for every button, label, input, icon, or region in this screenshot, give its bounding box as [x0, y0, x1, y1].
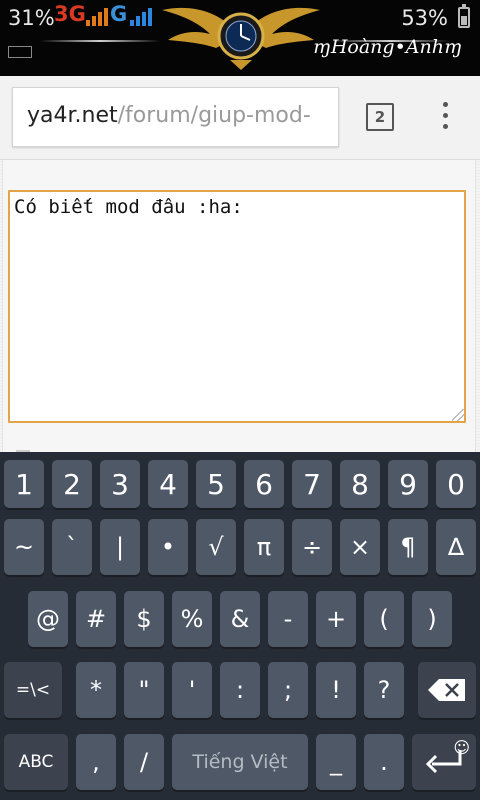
key-semicolon[interactable]: ;: [268, 662, 308, 718]
key-3[interactable]: 3: [100, 460, 140, 508]
emoji-hint-icon: ☺: [453, 738, 470, 757]
key-question[interactable]: ?: [364, 662, 404, 718]
web-page: [0, 160, 480, 454]
key-colon[interactable]: :: [220, 662, 260, 718]
status-bar: 31% 3G G 53% ɱHoàng•Anhɱ: [0, 0, 480, 76]
url-path: /forum/giup-mod-: [117, 103, 311, 128]
network-g-label: G: [110, 2, 128, 26]
winged-clock-emblem-icon: [162, 7, 320, 70]
key-multiply[interactable]: ×: [340, 519, 380, 575]
key-0[interactable]: 0: [436, 460, 476, 508]
key-7[interactable]: 7: [292, 460, 332, 508]
key-bullet[interactable]: •: [148, 519, 188, 575]
key-slash[interactable]: /: [124, 734, 164, 790]
keyboard-indicator-icon: [8, 46, 32, 58]
key-delta[interactable]: ∆: [436, 519, 476, 575]
key-plus[interactable]: +: [316, 591, 356, 647]
key-sqrt[interactable]: √: [196, 519, 236, 575]
key-2[interactable]: 2: [52, 460, 92, 508]
abc-switch-key[interactable]: ABC: [4, 734, 68, 790]
backspace-icon: [427, 678, 467, 702]
theme-signature: ɱHoàng•Anhɱ: [312, 36, 462, 58]
key-4[interactable]: 4: [148, 460, 188, 508]
onscreen-keyboard: 1 2 3 4 5 6 7 8 9 0 ~ ` | • √ π ÷ × ¶ ∆ …: [0, 452, 480, 800]
key-period[interactable]: .: [364, 734, 404, 790]
key-double-quote[interactable]: ": [124, 662, 164, 718]
key-pi[interactable]: π: [244, 519, 284, 575]
key-1[interactable]: 1: [4, 460, 44, 508]
key-pipe[interactable]: |: [100, 519, 140, 575]
enter-key[interactable]: ☺: [412, 734, 476, 790]
key-hash[interactable]: #: [76, 591, 116, 647]
decorative-flourish-left: [40, 40, 160, 42]
url-host: ya4r.net: [27, 103, 118, 128]
key-underscore[interactable]: _: [316, 734, 356, 790]
phone-screen: 31% 3G G 53% ɱHoàng•Anhɱ ya4r.net/forum/…: [0, 0, 480, 800]
key-single-quote[interactable]: ': [172, 662, 212, 718]
key-minus[interactable]: -: [268, 591, 308, 647]
key-divide[interactable]: ÷: [292, 519, 332, 575]
key-6[interactable]: 6: [244, 460, 284, 508]
backspace-key[interactable]: [418, 662, 476, 718]
battery-percent-right: 53%: [401, 6, 448, 30]
key-9[interactable]: 9: [388, 460, 428, 508]
key-5[interactable]: 5: [196, 460, 236, 508]
address-bar[interactable]: ya4r.net/forum/giup-mod-: [12, 87, 339, 147]
key-ampersand[interactable]: &: [220, 591, 260, 647]
key-8[interactable]: 8: [340, 460, 380, 508]
key-exclamation[interactable]: !: [316, 662, 356, 718]
network-3g-label: 3G: [54, 2, 86, 26]
key-asterisk[interactable]: *: [76, 662, 116, 718]
resize-grip-icon[interactable]: [452, 409, 464, 421]
browser-toolbar: ya4r.net/forum/giup-mod- 2: [0, 76, 480, 160]
key-open-paren[interactable]: (: [364, 591, 404, 647]
key-more-symbols[interactable]: =\<: [4, 662, 62, 718]
key-pilcrow[interactable]: ¶: [388, 519, 428, 575]
signal-icon: [86, 6, 112, 26]
battery-percent-left: 31%: [8, 6, 55, 30]
battery-icon: [458, 4, 470, 28]
key-at[interactable]: @: [28, 591, 68, 647]
reply-textarea[interactable]: [8, 190, 466, 423]
key-comma[interactable]: ,: [76, 734, 116, 790]
signal-icon-2: [130, 6, 156, 26]
key-percent[interactable]: %: [172, 591, 212, 647]
overflow-menu-icon[interactable]: [430, 96, 460, 136]
space-key[interactable]: Tiếng Việt: [172, 734, 308, 790]
tab-switcher-button[interactable]: 2: [366, 103, 394, 131]
key-close-paren[interactable]: ): [412, 591, 452, 647]
key-tilde[interactable]: ~: [4, 519, 44, 575]
key-dollar[interactable]: $: [124, 591, 164, 647]
key-backtick[interactable]: `: [52, 519, 92, 575]
